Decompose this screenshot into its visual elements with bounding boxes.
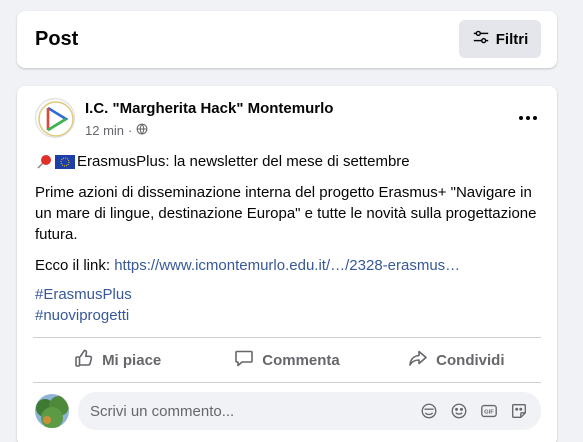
hashtag-erasmusplus[interactable]: #ErasmusPlus xyxy=(35,284,132,305)
share-button[interactable]: Condividi xyxy=(372,340,541,380)
meta-separator: · xyxy=(128,123,133,138)
post-time[interactable]: 12 min xyxy=(85,123,124,138)
post-link-line: Ecco il link: https://www.icmontemurlo.e… xyxy=(35,255,543,276)
globe-icon xyxy=(136,123,148,138)
thumbs-up-icon xyxy=(74,348,94,372)
avatar[interactable] xyxy=(35,394,69,428)
like-label: Mi piace xyxy=(102,351,162,369)
feed-post: I.C. "Margherita Hack" Montemurlo 12 min… xyxy=(17,86,557,442)
filter-button[interactable]: Filtri xyxy=(459,20,541,58)
post-first-line: ErasmusPlus: la newsletter del mese di s… xyxy=(35,151,543,172)
divider xyxy=(33,337,541,338)
share-arrow-icon xyxy=(408,348,428,372)
comment-label: Commenta xyxy=(262,351,340,369)
gif-icon[interactable]: GIF xyxy=(479,401,499,421)
post-body: Prime azioni di disseminazione interna d… xyxy=(35,184,537,243)
ellipsis-icon xyxy=(518,108,538,126)
post-link[interactable]: https://www.icmontemurlo.edu.it/…/2328-e… xyxy=(114,257,460,274)
divider xyxy=(33,382,541,383)
post-actions: Mi piace Commenta Condividi xyxy=(33,340,541,380)
avatar-sticker-icon[interactable] xyxy=(419,401,439,421)
eu-flag-icon xyxy=(55,154,75,169)
comment-button[interactable]: Commenta xyxy=(202,340,371,380)
hashtag-nuoviprogetti[interactable]: #nuoviprogetti xyxy=(35,305,132,326)
like-button[interactable]: Mi piace xyxy=(33,340,202,380)
link-prefix: Ecco il link: xyxy=(35,257,115,274)
pushpin-icon xyxy=(35,153,53,171)
post-author[interactable]: I.C. "Margherita Hack" Montemurlo xyxy=(85,100,333,117)
share-label: Condividi xyxy=(436,351,505,369)
post-headline: ErasmusPlus: la newsletter del mese di s… xyxy=(77,153,410,170)
filter-label: Filtri xyxy=(495,30,529,48)
sticker-icon[interactable] xyxy=(509,401,529,421)
smiley-icon[interactable] xyxy=(449,401,469,421)
comment-tools: GIF xyxy=(419,401,541,421)
section-title: Post xyxy=(35,28,79,50)
page-avatar[interactable] xyxy=(35,98,75,138)
post-meta: 12 min · xyxy=(85,123,148,138)
comment-bubble-icon xyxy=(234,348,254,372)
svg-text:GIF: GIF xyxy=(484,410,494,416)
comment-input[interactable]: Scrivi un commento... GIF xyxy=(78,392,541,430)
comment-placeholder[interactable]: Scrivi un commento... xyxy=(90,403,419,420)
post-hashtags: #ErasmusPlus #nuoviprogetti xyxy=(35,284,132,326)
post-filter-card: Post Filtri xyxy=(17,11,557,68)
sliders-icon xyxy=(472,28,490,50)
more-options-button[interactable] xyxy=(515,104,541,130)
